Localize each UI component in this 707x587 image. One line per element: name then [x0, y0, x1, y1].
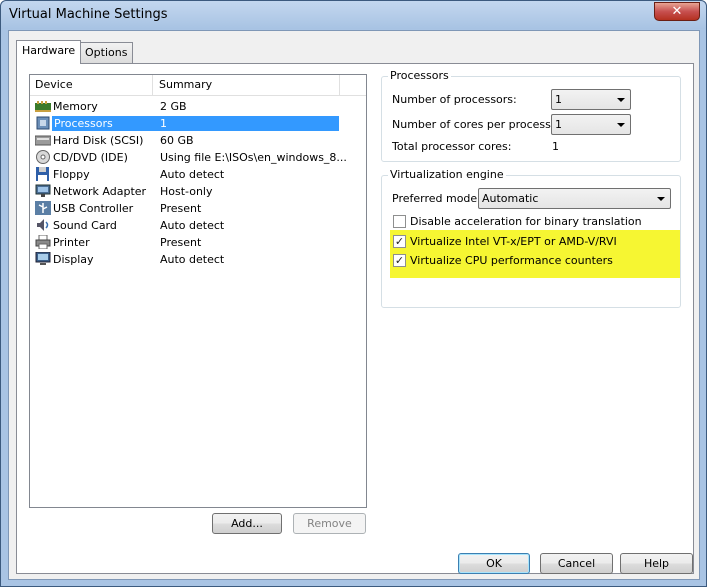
device-summary: Auto detect — [160, 219, 225, 232]
help-button[interactable]: Help — [620, 553, 693, 574]
device-name: Processors — [52, 116, 339, 131]
device-summary: Present — [160, 236, 202, 249]
virtualize-cpu-counters-checkbox[interactable]: ✓ — [393, 254, 406, 267]
virtualization-group-title: Virtualization engine — [388, 168, 506, 181]
cores-per-processor-label: Number of cores per processor: — [392, 118, 566, 131]
device-summary: Auto detect — [160, 168, 225, 181]
disable-acceleration-label[interactable]: Disable acceleration for binary translat… — [410, 215, 642, 228]
total-cores-label: Total processor cores: — [392, 140, 512, 153]
device-summary: Using file E:\ISOs\en_windows_8... — [160, 151, 347, 164]
processors-group-title: Processors — [388, 69, 451, 82]
device-row-processors[interactable]: Processors 1 — [30, 115, 366, 132]
device-summary: 1 — [160, 117, 167, 130]
tab-options[interactable]: Options — [79, 42, 134, 63]
device-row-network-adapter[interactable]: Network Adapter Host-only — [30, 183, 366, 200]
device-name: Floppy — [53, 168, 90, 181]
floppy-icon — [36, 167, 49, 181]
column-divider[interactable] — [152, 75, 153, 95]
device-row-display[interactable]: Display Auto detect — [30, 251, 366, 268]
ok-button[interactable]: OK — [458, 553, 530, 574]
device-list-header: Device Summary — [30, 75, 366, 96]
device-summary: Auto detect — [160, 253, 225, 266]
column-header-summary[interactable]: Summary — [159, 78, 212, 91]
checkmark-icon: ✓ — [394, 235, 405, 248]
device-summary: Present — [160, 202, 202, 215]
device-name: Display — [53, 253, 94, 266]
virtualize-cpu-counters-label[interactable]: Virtualize CPU performance counters — [410, 254, 613, 267]
preferred-mode-value: Automatic — [482, 192, 539, 205]
printer-icon — [35, 235, 51, 249]
num-processors-select[interactable]: 1 — [551, 89, 631, 110]
virtualize-vtx-checkbox[interactable]: ✓ — [393, 235, 406, 248]
column-header-device[interactable]: Device — [35, 78, 73, 91]
remove-device-button[interactable]: Remove — [293, 513, 366, 534]
device-row-floppy[interactable]: Floppy Auto detect — [30, 166, 366, 183]
window-title: Virtual Machine Settings — [9, 7, 168, 22]
cancel-button[interactable]: Cancel — [540, 553, 613, 574]
cd-dvd-icon — [36, 150, 50, 164]
preferred-mode-select[interactable]: Automatic — [478, 188, 671, 209]
dialog-client-area: Hardware Options Device Summary Memory 2… — [8, 30, 700, 580]
device-summary: Host-only — [160, 185, 213, 198]
device-row-usb-controller[interactable]: USB Controller Present — [30, 200, 366, 217]
chevron-down-icon — [617, 98, 625, 102]
device-name: CD/DVD (IDE) — [53, 151, 128, 164]
tab-hardware[interactable]: Hardware — [16, 40, 82, 64]
device-name: Sound Card — [53, 219, 117, 232]
hardware-tab-panel: Device Summary Memory 2 GB Processors 1 — [16, 63, 694, 574]
sound-card-icon — [37, 219, 49, 231]
cores-per-processor-value: 1 — [555, 118, 562, 131]
memory-icon — [35, 101, 51, 112]
checkmark-icon: ✓ — [394, 254, 405, 267]
num-processors-label: Number of processors: — [392, 93, 517, 106]
add-device-button[interactable]: Add... — [212, 513, 282, 534]
preferred-mode-label: Preferred mode: — [392, 192, 481, 205]
device-name: Memory — [53, 100, 98, 113]
device-summary: 60 GB — [160, 134, 194, 147]
device-list[interactable]: Device Summary Memory 2 GB Processors 1 — [29, 74, 367, 508]
network-adapter-icon — [35, 184, 51, 197]
tab-options-label: Options — [85, 46, 128, 59]
display-icon — [35, 252, 51, 265]
device-row-hard-disk[interactable]: Hard Disk (SCSI) 60 GB — [30, 132, 366, 149]
processor-icon — [36, 116, 50, 130]
total-cores-value: 1 — [552, 140, 559, 153]
virtualize-vtx-label[interactable]: Virtualize Intel VT-x/EPT or AMD-V/RVI — [410, 235, 617, 248]
device-name: Hard Disk (SCSI) — [53, 134, 144, 147]
device-row-memory[interactable]: Memory 2 GB — [30, 98, 366, 115]
device-row-printer[interactable]: Printer Present — [30, 234, 366, 251]
processors-group: Processors Number of processors: 1 Numbe… — [381, 69, 681, 162]
device-name: Network Adapter — [53, 185, 147, 198]
chevron-down-icon — [657, 197, 665, 201]
device-name: Printer — [53, 236, 90, 249]
num-processors-value: 1 — [555, 93, 562, 106]
tab-hardware-label: Hardware — [22, 44, 76, 57]
device-summary: 2 GB — [160, 100, 187, 113]
hard-disk-icon — [35, 135, 51, 146]
disable-acceleration-checkbox[interactable] — [393, 215, 406, 228]
virtualization-engine-group: Virtualization engine Preferred mode: Au… — [381, 168, 681, 308]
close-icon: ✕ — [671, 4, 683, 19]
column-divider[interactable] — [339, 75, 340, 95]
close-button[interactable]: ✕ — [654, 2, 700, 21]
dialog-window: Virtual Machine Settings ✕ Hardware Opti… — [0, 0, 707, 587]
cores-per-processor-select[interactable]: 1 — [551, 114, 631, 135]
usb-icon — [35, 201, 51, 215]
device-name: USB Controller — [53, 202, 134, 215]
device-row-cd-dvd[interactable]: CD/DVD (IDE) Using file E:\ISOs\en_windo… — [30, 149, 366, 166]
chevron-down-icon — [617, 123, 625, 127]
title-bar[interactable]: Virtual Machine Settings ✕ — [1, 1, 706, 29]
device-row-sound-card[interactable]: Sound Card Auto detect — [30, 217, 366, 234]
